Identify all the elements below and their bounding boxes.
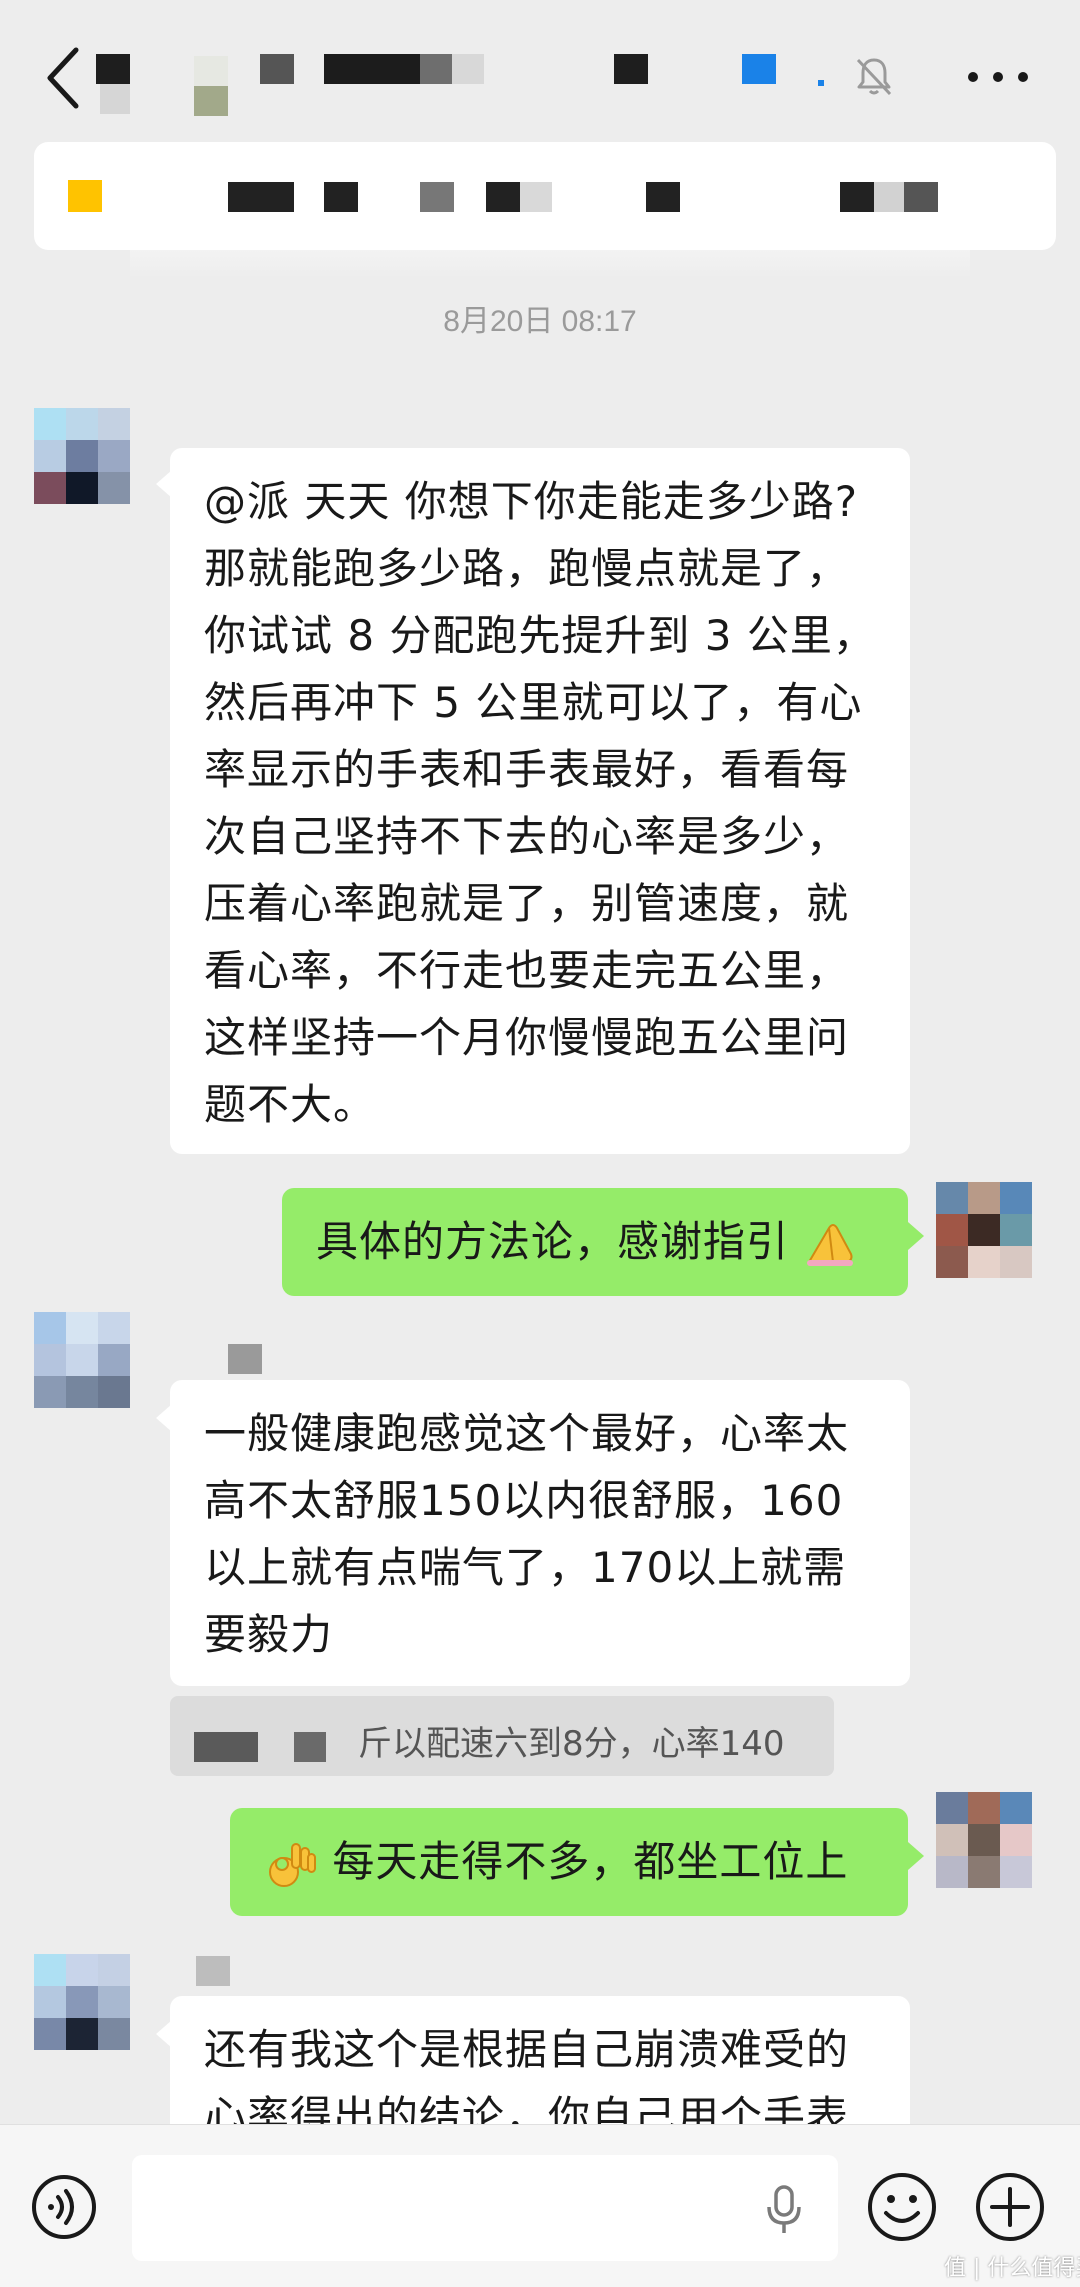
more-dots-icon[interactable] bbox=[968, 62, 1028, 92]
message-line: 以上就有点喘气了，170以上就需 bbox=[204, 1543, 847, 1592]
message-line: 还有我这个是根据自己崩溃难受的 bbox=[204, 2025, 850, 2074]
voice-toggle-icon[interactable] bbox=[30, 2173, 98, 2241]
message-input[interactable] bbox=[132, 2155, 838, 2261]
smiley-icon[interactable] bbox=[866, 2171, 938, 2243]
message-line: 要毅力 bbox=[204, 1610, 334, 1659]
microphone-icon[interactable] bbox=[764, 2185, 804, 2235]
message-line: 这样坚持一个月你慢慢跑五公里问 bbox=[204, 1013, 850, 1062]
message-bubble-incoming[interactable]: 一般健康跑感觉这个最好，心率太 高不太舒服150以内很舒服，160 以上就有点喘… bbox=[170, 1380, 910, 1686]
plus-icon[interactable] bbox=[974, 2171, 1046, 2243]
message-timestamp: 8月20日 08:17 bbox=[443, 305, 637, 338]
sender-name-redacted bbox=[196, 1956, 230, 1986]
avatar[interactable] bbox=[34, 1954, 130, 2050]
message-bubble-outgoing[interactable]: 具体的方法论，感谢指引 bbox=[282, 1188, 908, 1296]
message-line: 压着心率跑就是了，别管速度，就 bbox=[204, 879, 850, 928]
message-text: 每天走得不多，都坐工位上 bbox=[332, 1837, 849, 1886]
sender-name-redacted bbox=[228, 1344, 262, 1374]
message-line: 次自己坚持不下去的心率是多少， bbox=[204, 812, 850, 861]
pray-hands-emoji bbox=[807, 1223, 854, 1266]
avatar[interactable] bbox=[34, 408, 130, 504]
chevron-left-icon[interactable] bbox=[36, 40, 92, 116]
input-bar bbox=[0, 2124, 1080, 2287]
message-line: 题不大。 bbox=[204, 1080, 377, 1129]
message-bubble-outgoing[interactable]: 每天走得不多，都坐工位上 bbox=[230, 1808, 908, 1916]
message-line: @派 天天 你想下你走能走多少路? bbox=[204, 477, 858, 526]
message-line: 高不太舒服150以内很舒服，160 bbox=[204, 1476, 844, 1525]
avatar-self[interactable] bbox=[936, 1792, 1032, 1888]
message-text: 具体的方法论，感谢指引 bbox=[316, 1217, 790, 1266]
ok-hand-emoji bbox=[269, 1842, 316, 1887]
message-line: 你试试 8 分配跑先提升到 3 公里， bbox=[204, 611, 876, 660]
message-line: 率显示的手表和手表最好，看看每 bbox=[204, 745, 850, 794]
notice-icon bbox=[68, 180, 102, 212]
message-line: 一般健康跑感觉这个最好，心率太 bbox=[204, 1409, 850, 1458]
watermark: 值 | 什么值得买 bbox=[944, 2256, 1080, 2281]
pinned-notice-bar[interactable] bbox=[34, 142, 1056, 250]
quoted-message-text: 斤以配速六到8分，心率140 bbox=[358, 1724, 785, 1764]
bell-muted-icon bbox=[856, 58, 892, 96]
chat-header bbox=[0, 0, 1080, 150]
message-bubble-incoming[interactable]: @派 天天 你想下你走能走多少路? 那就能跑多少路，跑慢点就是了， 你试试 8 … bbox=[170, 448, 910, 1154]
avatar-self[interactable] bbox=[936, 1182, 1032, 1278]
message-line: 看心率，不行走也要走完五公里， bbox=[204, 946, 850, 995]
message-line: 然后再冲下 5 公里就可以了，有心 bbox=[204, 678, 863, 727]
message-line: 那就能跑多少路，跑慢点就是了， bbox=[204, 544, 850, 593]
avatar[interactable] bbox=[34, 1312, 130, 1408]
